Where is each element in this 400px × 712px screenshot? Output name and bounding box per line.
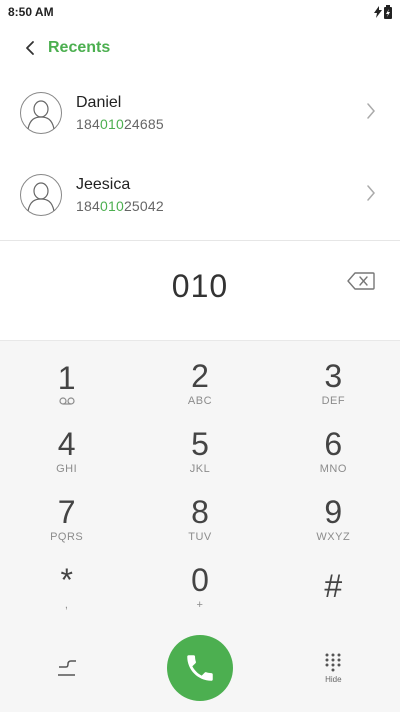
contact-row-jeesica[interactable]: Jeesica 18401025042: [0, 154, 400, 236]
contact-number: 18401024685: [76, 116, 164, 132]
key-2[interactable]: 2 ABC: [133, 349, 266, 417]
key-hash[interactable]: #: [267, 553, 400, 621]
voicemail-icon: [59, 397, 75, 405]
contact-number: 18401025042: [76, 198, 164, 214]
key-4[interactable]: 4 GHI: [0, 417, 133, 485]
number-entry[interactable]: 010: [0, 241, 400, 331]
status-time: 8:50 AM: [8, 5, 54, 19]
dialpad-actions: Hide: [0, 631, 400, 705]
avatar: [20, 174, 62, 216]
contact-info: Daniel 18401024685: [76, 94, 164, 132]
key-7[interactable]: 7 PQRS: [0, 485, 133, 553]
phone-icon: [187, 655, 213, 681]
switch-icon: [57, 660, 76, 676]
entered-number: 010: [171, 267, 229, 304]
bolt-icon: [374, 6, 382, 18]
key-3[interactable]: 3 DEF: [267, 349, 400, 417]
header: Recents: [0, 24, 400, 72]
key-5[interactable]: 5 JKL: [133, 417, 266, 485]
backspace-icon[interactable]: [346, 271, 376, 291]
recents-list: Daniel 18401024685 Jeesica 18401025042: [0, 72, 400, 236]
avatar: [20, 92, 62, 134]
key-0[interactable]: 0 +: [133, 553, 266, 621]
key-1[interactable]: 1: [0, 349, 133, 417]
dialpad: 1 2 ABC 3 DEF 4 GHI 5 JKL 6 MNO 7 PQRS 8 TUV 9W…: [0, 340, 400, 712]
hide-label: Hide: [325, 675, 342, 684]
key-9[interactable]: 9 WXYZ: [267, 485, 400, 553]
dialpad-icon: [325, 653, 341, 672]
chevron-right-icon[interactable]: [366, 102, 376, 120]
dialpad-grid: 1 2 ABC 3 DEF 4 GHI 5 JKL 6 MNO 7 PQRS 8 TUV 9W…: [0, 349, 400, 621]
call-button[interactable]: [166, 635, 233, 701]
contact-info: Jeesica 18401025042: [76, 176, 164, 214]
key-8[interactable]: 8 TUV: [133, 485, 266, 553]
contact-name: Daniel: [76, 94, 122, 111]
contact-row-daniel[interactable]: Daniel 18401024685: [0, 72, 400, 154]
back-arrow-icon: [26, 41, 34, 55]
person-icon: [27, 100, 55, 129]
battery-icon: [384, 5, 392, 19]
contact-name: Jeesica: [76, 176, 131, 193]
hide-keypad-button[interactable]: Hide: [267, 631, 400, 705]
back-button[interactable]: [16, 34, 44, 62]
chevron-right-icon[interactable]: [366, 184, 376, 202]
person-icon: [27, 182, 55, 211]
status-icons: [374, 5, 392, 19]
number-match: 010: [99, 198, 124, 214]
number-match: 010: [99, 116, 124, 132]
key-6[interactable]: 6 MNO: [267, 417, 400, 485]
status-bar: 8:50 AM: [0, 0, 400, 24]
key-star[interactable]: *,: [0, 553, 133, 621]
switch-button[interactable]: [0, 631, 133, 705]
page-title: Recents: [48, 39, 111, 56]
